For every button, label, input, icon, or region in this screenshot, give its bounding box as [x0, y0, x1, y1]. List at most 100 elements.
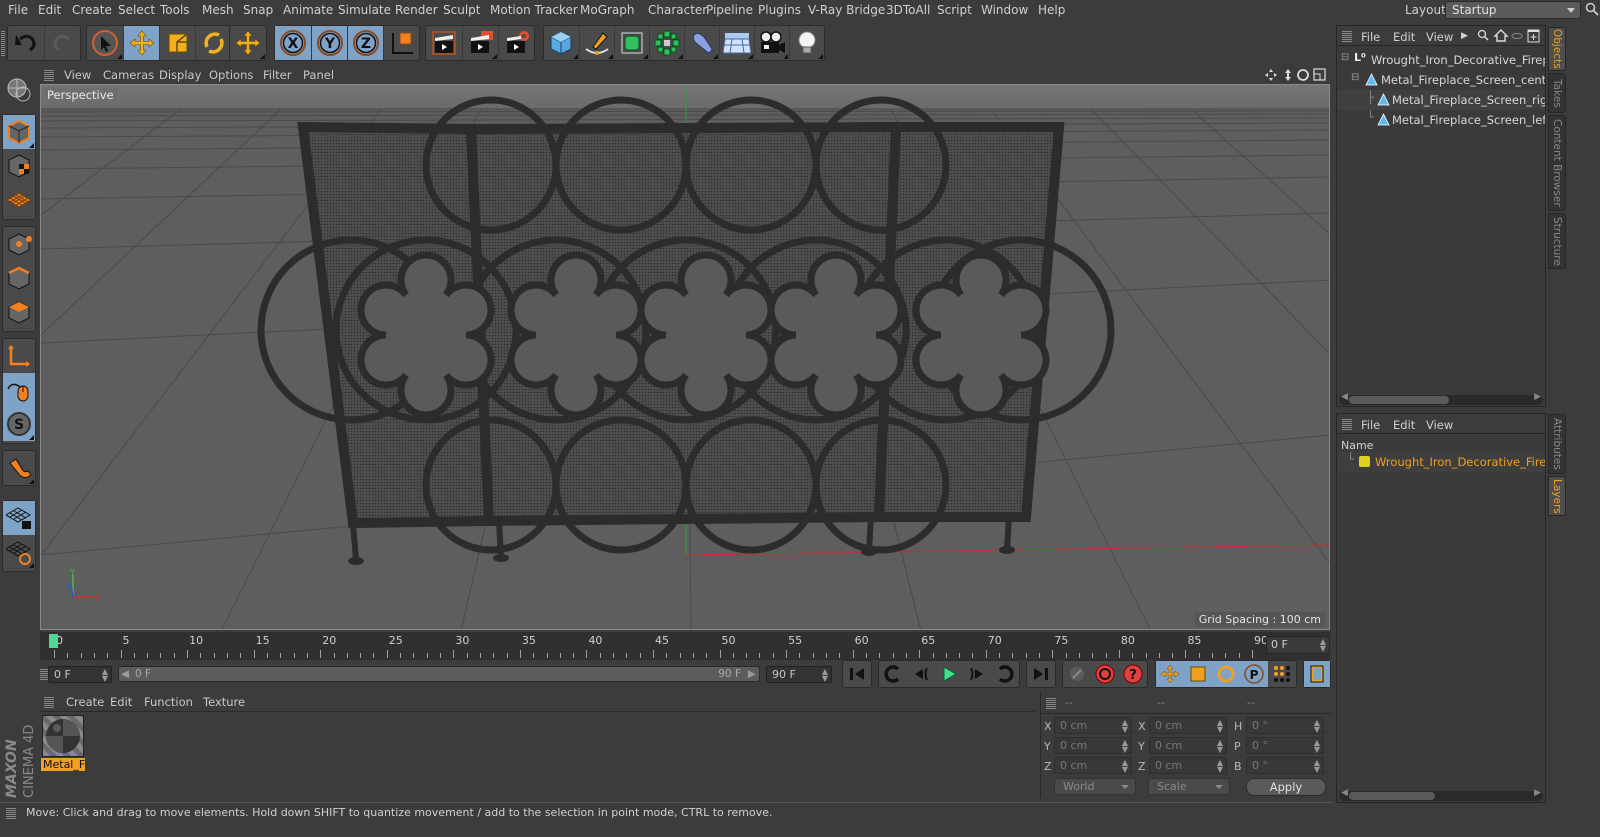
toolbar-grip[interactable]	[1, 30, 5, 56]
tree-collapse-icon[interactable]: ⊟	[1351, 72, 1359, 83]
new-view-icon[interactable]	[1527, 29, 1540, 43]
scroll-left-icon[interactable]: ◀	[1341, 788, 1348, 798]
object-row[interactable]: ├ Metal_Fireplace_Screen_right	[1337, 90, 1545, 110]
menu-edit[interactable]: Edit	[38, 3, 61, 17]
transform-mode-select[interactable]: Scale	[1148, 778, 1230, 795]
pen-button[interactable]	[578, 26, 614, 60]
workplane-mode-button[interactable]	[3, 183, 35, 217]
layers-horizontal-scrollbar[interactable]: ◀ ▶	[1339, 788, 1543, 801]
previous-frame-button[interactable]	[907, 661, 935, 687]
menu-snap[interactable]: Snap	[243, 3, 273, 17]
pan-icon[interactable]	[1265, 69, 1277, 81]
material-thumbnail[interactable]	[42, 715, 84, 757]
move-button[interactable]	[123, 26, 159, 60]
spinner-icon[interactable]: ▲ ▼	[1217, 719, 1223, 734]
coordinate-system-button[interactable]	[383, 26, 419, 60]
play-button[interactable]	[935, 661, 963, 687]
position-z-field[interactable]: 0 cm ▲ ▼	[1054, 757, 1132, 774]
size-x-field[interactable]: 0 cm ▲ ▼	[1149, 717, 1227, 734]
viewport-menu-view[interactable]: View	[64, 68, 91, 82]
menu-mesh[interactable]: Mesh	[202, 3, 234, 17]
home-icon[interactable]	[1493, 29, 1509, 42]
frame-range-slider[interactable]: ◀ 0 F 90 F ▶	[118, 666, 760, 682]
undo-button[interactable]	[8, 26, 44, 60]
render-view-button[interactable]	[426, 26, 462, 60]
move-recent-button[interactable]	[230, 26, 266, 60]
scroll-right-icon[interactable]: ▶	[1534, 788, 1541, 798]
material-menu-texture[interactable]: Texture	[203, 695, 245, 709]
spinner-icon[interactable]: ▲ ▼	[1320, 638, 1326, 653]
previous-key-button[interactable]	[879, 661, 907, 687]
make-editable-button[interactable]	[3, 73, 35, 107]
material-grip[interactable]	[44, 696, 54, 708]
orbit-icon[interactable]	[1297, 69, 1309, 81]
coordinates-grip[interactable]	[1046, 697, 1056, 709]
menu-simulate[interactable]: Simulate	[338, 3, 391, 17]
fireplace-screen-model[interactable]	[257, 96, 1115, 565]
range-left-arrow-icon[interactable]: ◀	[121, 667, 129, 681]
scrollbar-thumb[interactable]	[1349, 792, 1435, 800]
objects-menu-edit[interactable]: Edit	[1393, 30, 1415, 44]
viewport-menu-filter[interactable]: Filter	[263, 68, 291, 82]
light-button[interactable]	[788, 26, 824, 60]
redo-button[interactable]	[44, 26, 80, 60]
maximize-view-icon[interactable]	[1313, 68, 1326, 81]
layers-menu-edit[interactable]: Edit	[1393, 418, 1415, 432]
objects-horizontal-scrollbar[interactable]: ◀ ▶	[1339, 392, 1543, 405]
material-menu-function[interactable]: Function	[144, 695, 193, 709]
cube-button[interactable]	[544, 26, 579, 60]
cloner-button[interactable]	[648, 26, 684, 60]
next-frame-button[interactable]	[963, 661, 991, 687]
current-frame-marker[interactable]	[49, 634, 58, 648]
size-z-field[interactable]: 0 cm ▲ ▼	[1149, 757, 1227, 774]
current-frame-field[interactable]: 0 F ▲ ▼	[1266, 636, 1330, 654]
points-mode-button[interactable]	[3, 227, 35, 261]
go-to-end-button[interactable]	[1027, 661, 1055, 687]
parameter-key-button[interactable]: P	[1240, 661, 1268, 687]
menu-motion-tracker[interactable]: Motion Tracker	[490, 3, 578, 17]
next-key-button[interactable]	[991, 661, 1019, 687]
layers-menu-file[interactable]: File	[1361, 418, 1380, 432]
render-picture-viewer-button[interactable]	[462, 26, 498, 60]
texture-mode-button[interactable]	[3, 149, 35, 183]
menu-render[interactable]: Render	[395, 3, 438, 17]
material-menu-edit[interactable]: Edit	[110, 695, 132, 709]
objects-menu-file[interactable]: File	[1361, 30, 1380, 44]
spinner-icon[interactable]: ▲ ▼	[1122, 759, 1128, 774]
layers-menu-view[interactable]: View	[1426, 418, 1453, 432]
spinner-icon[interactable]: ▲ ▼	[1314, 719, 1320, 734]
menu-animate[interactable]: Animate	[283, 3, 333, 17]
rotate-button[interactable]	[195, 26, 231, 60]
layers-column-name[interactable]: Name	[1341, 439, 1373, 452]
scrollbar-thumb[interactable]	[1349, 396, 1449, 404]
rotation-p-field[interactable]: 0 ° ▲ ▼	[1246, 737, 1324, 754]
solo-mode-button[interactable]: S	[3, 407, 35, 441]
menu-window[interactable]: Window	[981, 3, 1028, 17]
more-menu-arrow-icon[interactable]: ▶	[1461, 31, 1468, 41]
z-axis-button[interactable]: Z	[347, 26, 383, 60]
floor-button[interactable]	[718, 26, 754, 60]
position-y-field[interactable]: 0 cm ▲ ▼	[1054, 737, 1132, 754]
object-row[interactable]: ⊟ Metal_Fireplace_Screen_central	[1337, 70, 1545, 90]
menu-create[interactable]: Create	[72, 3, 112, 17]
object-row[interactable]: ⊟ L⁰ Wrought_Iron_Decorative_Fireplac	[1337, 50, 1545, 70]
spinner-icon[interactable]: ▲ ▼	[102, 668, 108, 683]
material-label[interactable]: Metal_F	[41, 758, 85, 771]
keyframe-selection-button[interactable]: ?	[1119, 661, 1147, 687]
tab-content-browser[interactable]: Content Browser	[1548, 115, 1566, 211]
tree-collapse-icon[interactable]: ⊟	[1341, 52, 1349, 63]
position-x-field[interactable]: 0 cm ▲ ▼	[1054, 717, 1132, 734]
edges-mode-button[interactable]	[3, 261, 35, 295]
end-frame-field[interactable]: 90 F ▲ ▼	[766, 666, 832, 683]
spinner-icon[interactable]: ▲ ▼	[1314, 759, 1320, 774]
autokey-button[interactable]	[1091, 661, 1119, 687]
spinner-icon[interactable]: ▲ ▼	[1314, 739, 1320, 754]
range-right-arrow-icon[interactable]: ▶	[748, 667, 756, 681]
timeline-ruler[interactable]: 0 5 10 15 20 25 30 35 40 45 50 55 60 65 70 75 80 85 90	[40, 632, 1330, 660]
menu-select[interactable]: Select	[118, 3, 155, 17]
pla-key-button[interactable]	[1268, 661, 1296, 687]
material-menu-create[interactable]: Create	[66, 695, 104, 709]
search-icon[interactable]	[1585, 2, 1599, 16]
position-key-button[interactable]	[1156, 661, 1184, 687]
axis-mode-button[interactable]	[3, 339, 35, 373]
